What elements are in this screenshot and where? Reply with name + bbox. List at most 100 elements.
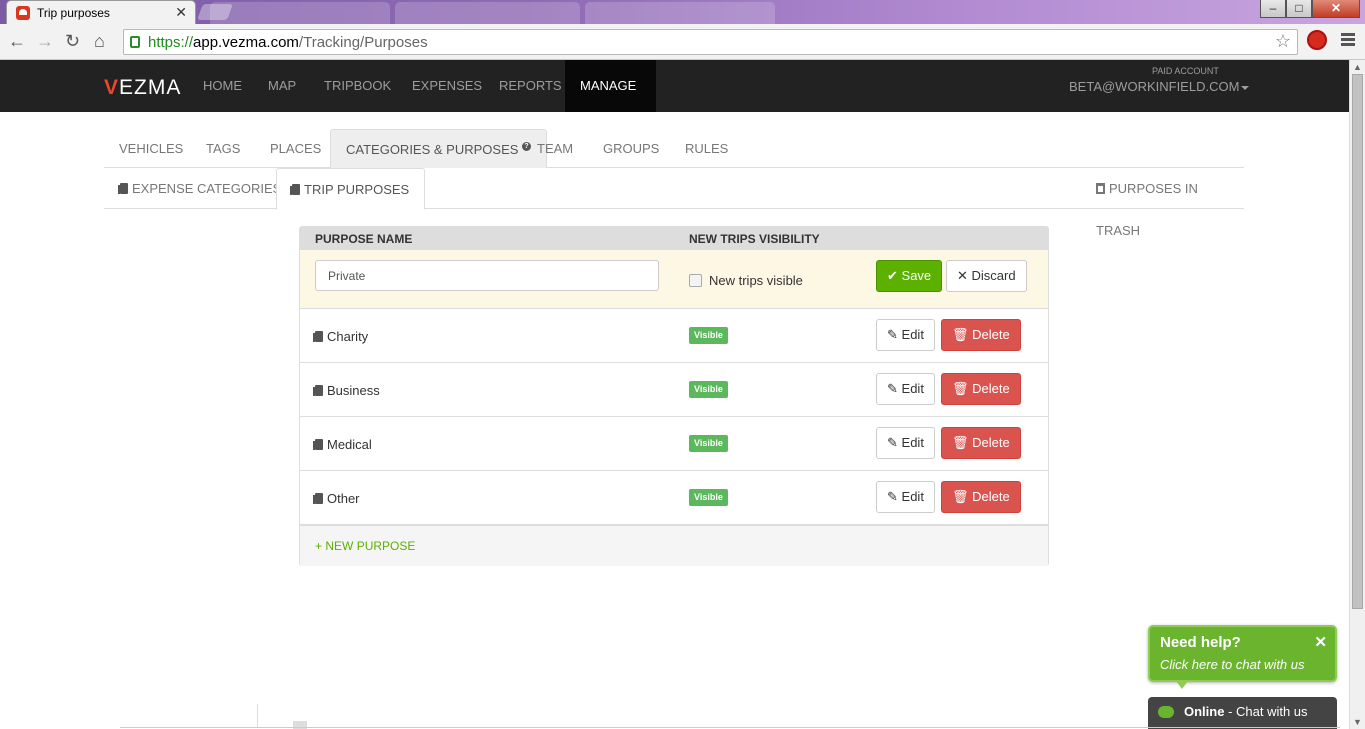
chat-status-text: Online - Chat with us [1184,704,1308,719]
browser-tab-inactive[interactable] [210,2,390,24]
reload-icon[interactable]: ↻ [65,31,80,51]
trash-icon: 🗑 [952,327,969,342]
trash-icon [1096,183,1105,194]
new-trips-visible-label: New trips visible [709,273,803,288]
help-icon[interactable]: ? [522,142,532,151]
browser-tab-title: Trip purposes [37,6,110,20]
edit-button[interactable]: ✎ Edit [876,427,935,459]
nav-map[interactable]: MAP [268,60,296,112]
discard-button[interactable]: ✕ Discard [946,260,1027,292]
browser-tab-inactive[interactable] [585,2,775,24]
scroll-up-icon[interactable]: ▲ [1353,62,1362,72]
edit-button[interactable]: ✎ Edit [876,373,935,405]
address-bar[interactable]: https://app.vezma.com/Tracking/Purposes … [123,29,1298,55]
new-trips-visible-checkbox[interactable] [689,274,702,287]
column-header-purpose-name: PURPOSE NAME [315,232,413,246]
nav-reports[interactable]: REPORTS [499,60,562,112]
delete-button[interactable]: 🗑 Delete [941,427,1021,459]
purpose-name-input[interactable] [315,260,659,291]
save-button[interactable]: ✔ Save [876,260,943,292]
vezma-logo[interactable]: VEZMA [104,76,181,100]
table-row: Other Visible ✎ Edit 🗑 Delete [300,471,1048,525]
visible-badge: Visible [689,327,728,344]
edit-row: New trips visible ✔ Save ✕ Discard [300,250,1048,309]
close-icon[interactable]: ✕ [1314,633,1327,651]
account-menu[interactable]: BETA@WORKINFIELD.COM [1069,79,1250,94]
nav-home[interactable]: HOME [203,60,242,112]
browser-tabstrip: Trip purposes ✕ – □ ✕ [0,0,1365,25]
tab-team[interactable]: TEAM [537,129,573,168]
scroll-down-icon[interactable]: ▼ [1353,717,1362,727]
purpose-name: Business [313,383,380,398]
forward-arrow-icon[interactable]: → [36,31,54,51]
document-icon [313,493,323,504]
extension-icon[interactable] [1307,30,1327,50]
document-icon [313,385,323,396]
browser-tab-inactive[interactable] [395,2,580,24]
new-purpose-link[interactable]: + NEW PURPOSE [315,539,415,553]
tab-groups[interactable]: GROUPS [603,129,659,168]
purpose-name: Charity [313,329,368,344]
tab-places[interactable]: PLACES [270,129,321,168]
page-scrollbar[interactable]: ▲ ▼ [1349,60,1365,729]
minimize-button[interactable]: – [1260,0,1286,18]
tab-rules[interactable]: RULES [685,129,728,168]
plus-icon: + [315,539,323,553]
back-arrow-icon[interactable]: ← [8,31,26,51]
nav-tripbook[interactable]: TRIPBOOK [324,60,391,112]
chat-bubble-icon [1158,706,1174,718]
vezma-favicon-icon [16,6,30,20]
divider [257,704,258,728]
edit-icon: ✎ [887,381,898,396]
table-row: Charity Visible ✎ Edit 🗑 Delete [300,309,1048,363]
tab-tags[interactable]: TAGS [206,129,240,168]
tab-trip-purposes[interactable]: TRIP PURPOSES [276,168,426,210]
edit-button[interactable]: ✎ Edit [876,319,935,351]
purposes-in-trash-link[interactable]: PURPOSES IN TRASH [1096,168,1244,238]
nav-manage[interactable]: MANAGE [565,60,656,141]
purpose-name: Other [313,491,360,506]
divider [120,727,1340,728]
table-row: Business Visible ✎ Edit 🗑 Delete [300,363,1048,417]
close-icon: ✕ [957,268,968,283]
chat-help-subtitle: Click here to chat with us [1160,657,1305,672]
tab-categories-purposes[interactable]: CATEGORIES & PURPOSES ? [330,129,548,168]
chat-help-bubble[interactable]: Need help? Click here to chat with us ✕ [1148,625,1337,689]
delete-button[interactable]: 🗑 Delete [941,481,1021,513]
purposes-table: PURPOSE NAME NEW TRIPS VISIBILITY New tr… [299,226,1049,566]
visible-badge: Visible [689,489,728,506]
main-navbar: VEZMA HOME MAP TRIPBOOK EXPENSES REPORTS… [0,60,1349,141]
column-header-visibility: NEW TRIPS VISIBILITY [689,232,820,246]
bookmark-star-icon[interactable]: ☆ [1275,31,1291,52]
trash-icon: 🗑 [952,435,969,450]
trash-icon: 🗑 [952,381,969,396]
document-icon [118,183,128,194]
table-header: PURPOSE NAME NEW TRIPS VISIBILITY [300,227,1048,250]
tab-expense-categories[interactable]: EXPENSE CATEGORIES [118,168,281,209]
chat-help-title: Need help? [1160,634,1241,651]
delete-button[interactable]: 🗑 Delete [941,319,1021,351]
tab-vehicles[interactable]: VEHICLES [119,129,183,168]
edit-icon: ✎ [887,489,898,504]
close-tab-icon[interactable]: ✕ [175,4,187,21]
table-footer: + NEW PURPOSE [300,525,1048,566]
home-icon[interactable]: ⌂ [94,31,105,51]
new-tab-button[interactable] [197,4,233,20]
browser-menu-icon[interactable] [1341,33,1355,48]
window-close-button[interactable]: ✕ [1312,0,1360,18]
delete-button[interactable]: 🗑 Delete [941,373,1021,405]
url-text: https://app.vezma.com/Tracking/Purposes [148,34,428,51]
nav-expenses[interactable]: EXPENSES [412,60,482,112]
chat-status-bar[interactable]: Online - Chat with us [1148,697,1337,729]
table-row: Medical Visible ✎ Edit 🗑 Delete [300,417,1048,471]
edit-button[interactable]: ✎ Edit [876,481,935,513]
maximize-button[interactable]: □ [1286,0,1312,18]
lock-icon [130,36,140,48]
browser-tab-active[interactable]: Trip purposes ✕ [6,0,196,25]
document-icon [313,331,323,342]
bubble-tail [1176,681,1188,689]
visible-badge: Visible [689,435,728,452]
scrollbar-thumb[interactable] [1352,74,1363,609]
trash-icon: 🗑 [952,489,969,504]
categories-subtabs: EXPENSE CATEGORIES TRIP PURPOSES PURPOSE… [104,168,1244,238]
